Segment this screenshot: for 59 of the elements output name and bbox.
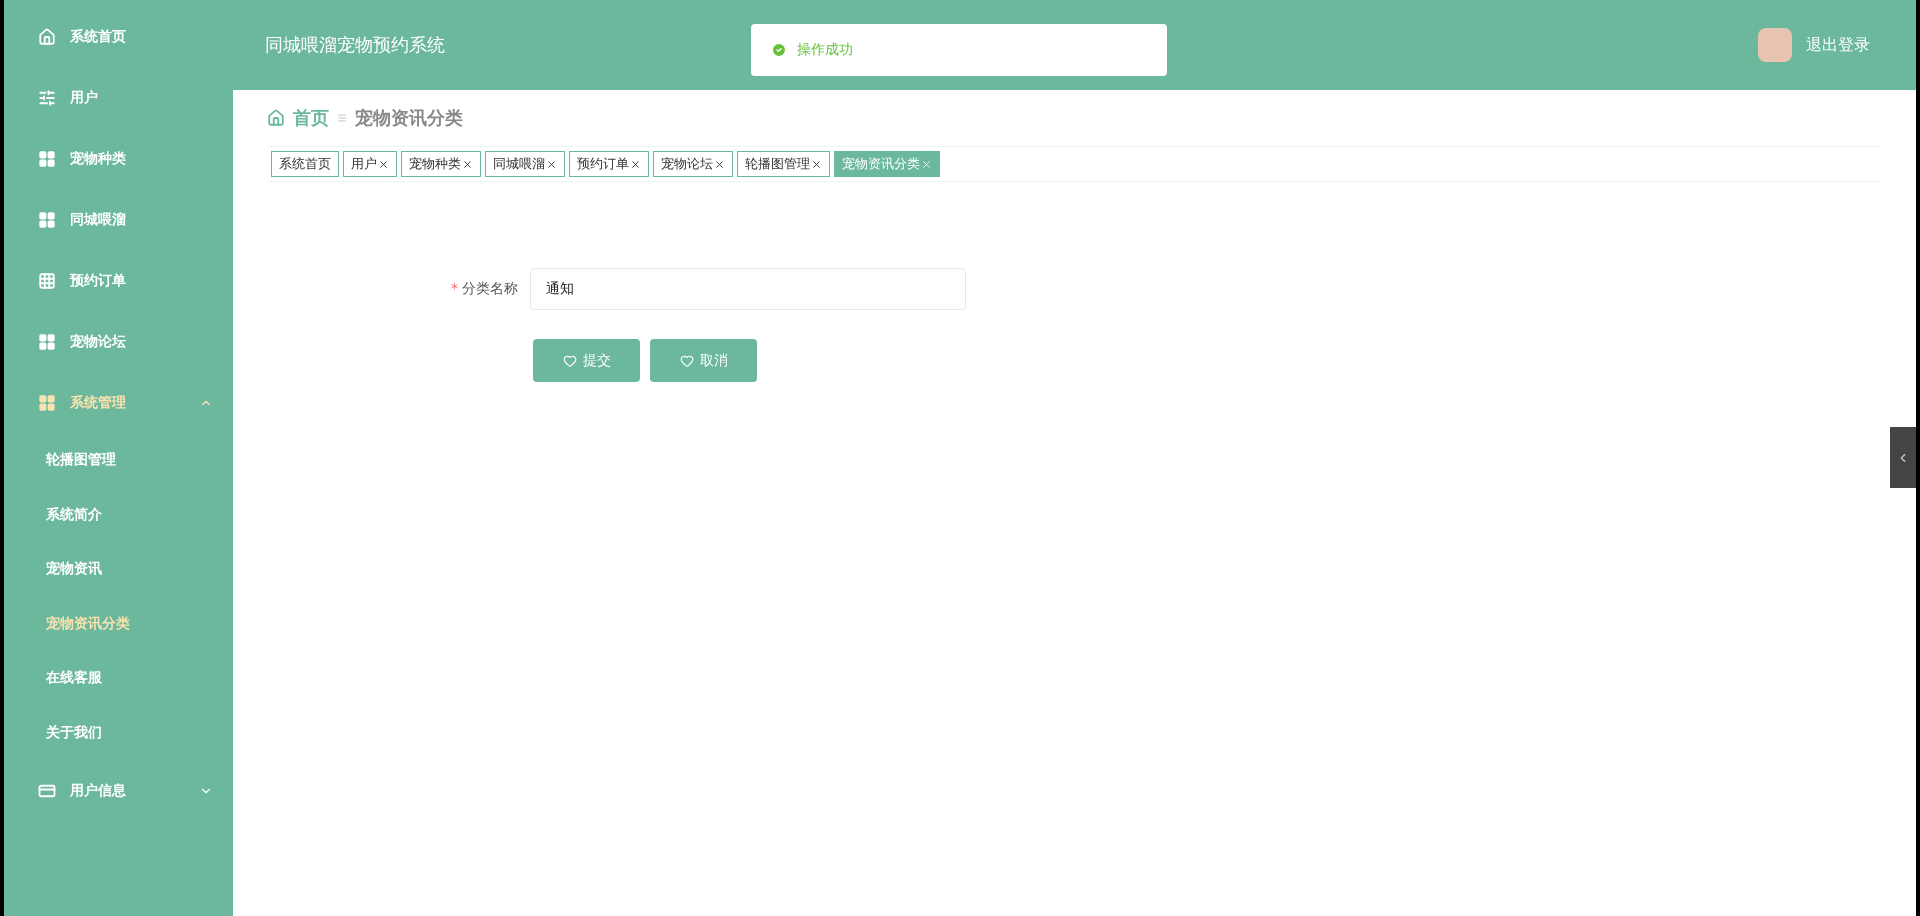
close-icon[interactable] — [378, 158, 389, 170]
breadcrumb-link[interactable]: 首页 — [293, 106, 329, 130]
field-label: * 分类名称 — [450, 280, 519, 298]
sidebar-item[interactable]: 宠物种类 — [4, 128, 233, 189]
sidebar-item[interactable]: 系统管理 — [4, 372, 233, 433]
grid-icon — [38, 332, 56, 351]
table-icon — [38, 271, 56, 290]
close-icon[interactable] — [462, 158, 473, 170]
app-title: 同城喂溜宠物预约系统 — [265, 33, 445, 57]
home-icon — [267, 109, 285, 127]
form-button[interactable]: 提交 — [533, 339, 640, 382]
heart-icon — [562, 353, 577, 368]
tab-label: 宠物种类 — [409, 155, 461, 173]
sidebar-item[interactable]: 预约订单 — [4, 250, 233, 311]
tab[interactable]: 轮播图管理 — [737, 151, 830, 177]
close-icon[interactable] — [630, 158, 641, 170]
sidebar-subitem[interactable]: 宠物资讯 — [4, 542, 233, 597]
grid-icon — [38, 393, 56, 412]
collapse-handle[interactable] — [1890, 427, 1916, 488]
tab-label: 用户 — [351, 155, 377, 173]
close-icon[interactable] — [546, 158, 557, 170]
sidebar-item[interactable]: 同城喂溜 — [4, 189, 233, 250]
check-icon — [771, 42, 787, 58]
tab-label: 预约订单 — [577, 155, 629, 173]
sidebar-item[interactable]: 用户信息 — [4, 760, 233, 821]
sidebar-subitem[interactable]: 系统简介 — [4, 487, 233, 542]
sidebar-item[interactable]: 系统首页 — [4, 6, 233, 67]
home-icon — [38, 27, 56, 46]
heart-icon — [679, 353, 694, 368]
sidebar-subitem[interactable]: 关于我们 — [4, 705, 233, 760]
tab-label: 宠物资讯分类 — [842, 155, 920, 173]
separator-icon — [337, 113, 347, 123]
logout-link[interactable]: 退出登录 — [1806, 34, 1870, 56]
close-icon[interactable] — [811, 158, 822, 170]
toast-message: 操作成功 — [797, 41, 853, 59]
grid-icon — [38, 210, 56, 229]
tab[interactable]: 宠物种类 — [401, 151, 481, 177]
tab-label: 同城喂溜 — [493, 155, 545, 173]
tab-label: 系统首页 — [279, 155, 331, 173]
sliders-icon — [38, 88, 56, 107]
input-field[interactable]: 通知 — [530, 268, 966, 310]
tab[interactable]: 预约订单 — [569, 151, 649, 177]
close-icon[interactable] — [714, 158, 725, 170]
sidebar-subitem[interactable]: 宠物资讯分类 — [4, 596, 233, 651]
grid-icon — [38, 149, 56, 168]
avatar — [1758, 28, 1792, 62]
form-button[interactable]: 取消 — [650, 339, 757, 382]
tab[interactable]: 系统首页 — [271, 151, 339, 177]
tab-label: 轮播图管理 — [745, 155, 810, 173]
tab-label: 宠物论坛 — [661, 155, 713, 173]
tab[interactable]: 用户 — [343, 151, 397, 177]
tab[interactable]: 宠物论坛 — [653, 151, 733, 177]
tab[interactable]: 宠物资讯分类 — [834, 151, 940, 177]
tab[interactable]: 同城喂溜 — [485, 151, 565, 177]
sidebar-item[interactable]: 宠物论坛 — [4, 311, 233, 372]
sidebar-item[interactable]: 用户 — [4, 67, 233, 128]
sidebar-subitem[interactable]: 在线客服 — [4, 651, 233, 706]
breadcrumb-current: 宠物资讯分类 — [355, 106, 463, 130]
sidebar-subitem[interactable]: 轮播图管理 — [4, 433, 233, 488]
